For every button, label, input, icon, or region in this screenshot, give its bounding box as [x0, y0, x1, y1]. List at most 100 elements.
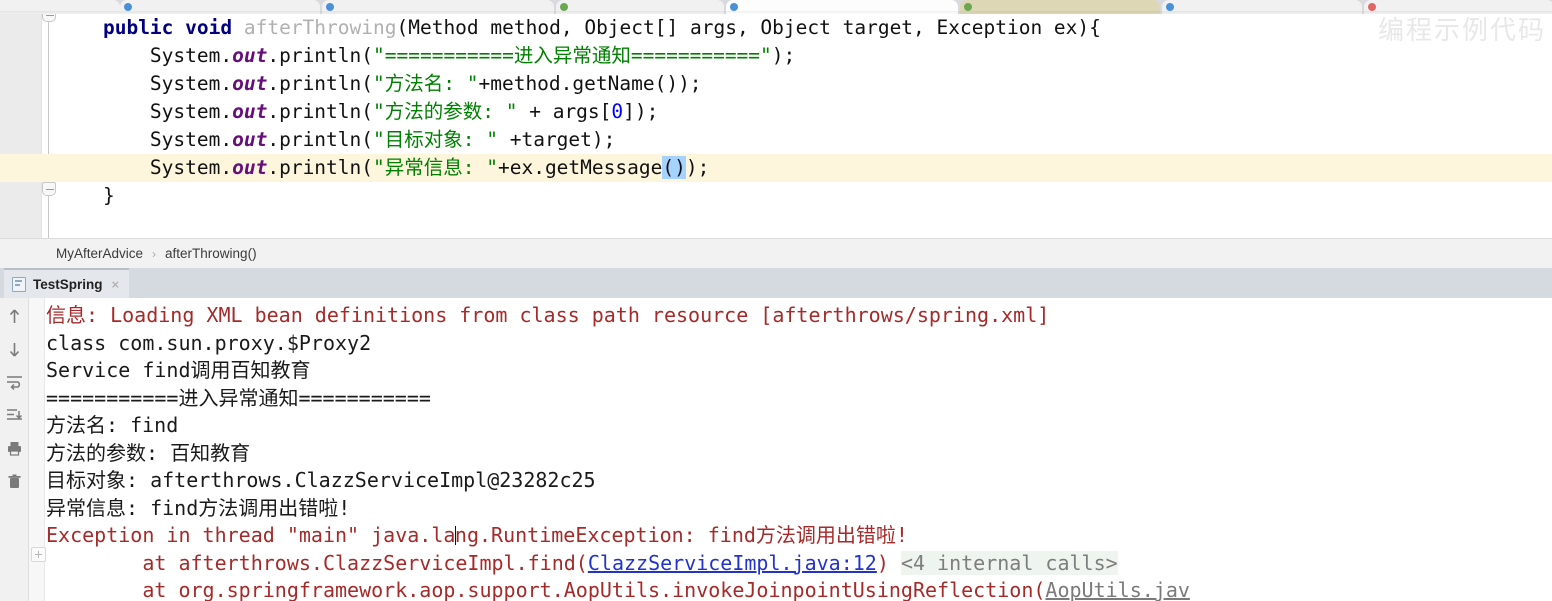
code-token-plain: .println(: [267, 156, 374, 179]
console-text: ): [876, 550, 889, 575]
favicon-icon: [326, 3, 334, 11]
run-tab-bar[interactable]: TestSpring ×: [0, 268, 1552, 298]
run-config-icon: [12, 276, 26, 292]
console-text: at afterthrows.ClazzServiceImpl.find(: [46, 550, 588, 575]
console-text: Exception in thread "main" java.la: [46, 523, 456, 547]
console-line: 目标对象: afterthrows.ClazzServiceImpl@23282…: [46, 467, 1552, 495]
code-token-fld: out: [232, 100, 268, 123]
code-token-str: "===========进入异常通知===========": [373, 44, 772, 67]
code-token-str: "目标对象: ": [373, 128, 498, 151]
soft-wrap-icon[interactable]: [4, 372, 25, 393]
console-line: 方法名: find: [46, 412, 1552, 440]
up-arrow-icon[interactable]: [4, 306, 25, 327]
console-line: Service find调用百知教育: [46, 357, 1552, 385]
code-line[interactable]: System.out.println("目标对象: " +target);: [56, 126, 1552, 154]
code-token-plain: + args[: [517, 100, 612, 123]
code-token-str: "方法的参数: ": [373, 100, 518, 123]
editor-code-area[interactable]: public void afterThrowing(Method method,…: [56, 14, 1552, 238]
console-text: Service find调用百知教育: [46, 358, 311, 382]
console-line: class com.sun.proxy.$Proxy2: [46, 330, 1552, 358]
fold-marker-bottom[interactable]: [42, 182, 56, 196]
stacktrace-link[interactable]: AopUtils.jav: [1045, 578, 1190, 601]
code-line[interactable]: System.out.println("方法名: "+method.getNam…: [56, 70, 1552, 98]
code-token-fld: out: [232, 128, 268, 151]
code-token-plain: .println(: [267, 72, 374, 95]
stacktrace-link[interactable]: ClazzServiceImpl.java:12: [588, 551, 877, 575]
favicon-icon: [730, 3, 738, 11]
console-toolbar[interactable]: [0, 298, 29, 601]
code-token-plain: +method.getName());: [478, 72, 702, 95]
code-token-fn: afterThrowing: [243, 16, 397, 39]
ide-window: public void afterThrowing(Method method,…: [0, 0, 1552, 601]
print-icon[interactable]: [4, 438, 25, 459]
code-token-plain: System.: [56, 72, 233, 95]
code-token-plain: +target);: [497, 128, 616, 151]
code-line[interactable]: System.out.println("异常信息: "+ex.getMessag…: [56, 154, 1552, 182]
favicon-icon: [560, 3, 568, 11]
code-token-plain: );: [685, 156, 710, 179]
favicon-icon: [1166, 3, 1174, 11]
code-token-plain: .println(: [267, 100, 374, 123]
console-line: 异常信息: find方法调用出错啦!: [46, 495, 1552, 523]
trash-icon[interactable]: [4, 471, 25, 492]
run-tab-testspring[interactable]: TestSpring ×: [4, 268, 130, 298]
code-token-fld: out: [232, 156, 268, 179]
code-token-plain: .println(: [267, 128, 374, 151]
console-text: <4 internal calls>: [900, 550, 1118, 575]
code-token-plain: System.: [56, 100, 233, 123]
code-token-plain: .println(: [267, 44, 374, 67]
console-text: ng.RuntimeException: find方法调用出错啦!: [454, 523, 908, 547]
console-line: ===========进入异常通知===========: [46, 385, 1552, 413]
console-text: 信息: Loading XML bean definitions from cl…: [46, 303, 1050, 327]
code-token-num: 0: [611, 100, 624, 123]
code-token-plain: System.: [56, 128, 233, 151]
code-line[interactable]: System.out.println("===========进入异常通知===…: [56, 42, 1552, 70]
console-text: class com.sun.proxy.$Proxy2: [46, 330, 372, 355]
code-token-str: "异常信息: ": [373, 156, 498, 179]
code-token-plain: System.: [56, 44, 233, 67]
code-line[interactable]: System.out.println("方法的参数: " + args[0]);: [56, 98, 1552, 126]
favicon-icon: [1368, 3, 1376, 11]
expand-stacktrace-icon[interactable]: [31, 547, 46, 562]
console-text: 方法的参数: 百知教育: [46, 440, 251, 465]
console-text: 异常信息: find方法调用出错啦!: [46, 495, 351, 520]
code-line[interactable]: public void afterThrowing(Method method,…: [56, 14, 1552, 42]
console-line: 方法的参数: 百知教育: [46, 440, 1552, 468]
fold-marker-top[interactable]: [42, 14, 56, 22]
code-token-plain: ]);: [623, 100, 659, 123]
code-fold-rail: [48, 14, 49, 238]
console-text: 目标对象: afterthrows.ClazzServiceImpl@23282…: [46, 468, 596, 492]
favicon-icon: [124, 3, 132, 11]
code-token-plain: +ex.getMessage: [497, 156, 663, 179]
run-tab-label: TestSpring: [33, 276, 103, 292]
code-token-plain: }: [56, 184, 115, 207]
console-panel[interactable]: 信息: Loading XML bean definitions from cl…: [0, 298, 1552, 601]
code-line[interactable]: }: [56, 182, 1552, 210]
breadcrumb[interactable]: MyAfterAdvice › afterThrowing(): [0, 238, 1552, 268]
console-line: at org.springframework.aop.support.AopUt…: [46, 577, 1552, 601]
scroll-to-end-icon[interactable]: [4, 405, 25, 426]
editor-gutter[interactable]: [0, 14, 42, 238]
code-token-plain: );: [771, 44, 796, 67]
console-line: Exception in thread "main" java.lang.Run…: [46, 522, 1552, 550]
code-token-kw: public void: [102, 16, 244, 39]
code-token-fld: out: [232, 44, 268, 67]
close-icon[interactable]: ×: [112, 278, 120, 291]
console-text: at org.springframework.aop.support.AopUt…: [46, 578, 1046, 601]
console-text: ===========进入异常通知===========: [46, 385, 431, 410]
code-token-fld: out: [232, 72, 268, 95]
down-arrow-icon[interactable]: [4, 339, 25, 360]
chevron-right-icon: ›: [152, 246, 157, 261]
console-output[interactable]: 信息: Loading XML bean definitions from cl…: [46, 298, 1552, 601]
console-line: 信息: Loading XML bean definitions from cl…: [46, 302, 1552, 330]
breadcrumb-method[interactable]: afterThrowing(): [165, 246, 257, 261]
console-text: 方法名: find: [46, 413, 179, 437]
code-editor[interactable]: public void afterThrowing(Method method,…: [0, 14, 1552, 238]
code-token-plain: System.: [56, 156, 233, 179]
favicon-icon: [964, 3, 972, 11]
code-token-str: "方法名: ": [373, 72, 479, 95]
breadcrumb-class[interactable]: MyAfterAdvice: [56, 246, 143, 261]
code-token-sel: (): [662, 156, 686, 179]
